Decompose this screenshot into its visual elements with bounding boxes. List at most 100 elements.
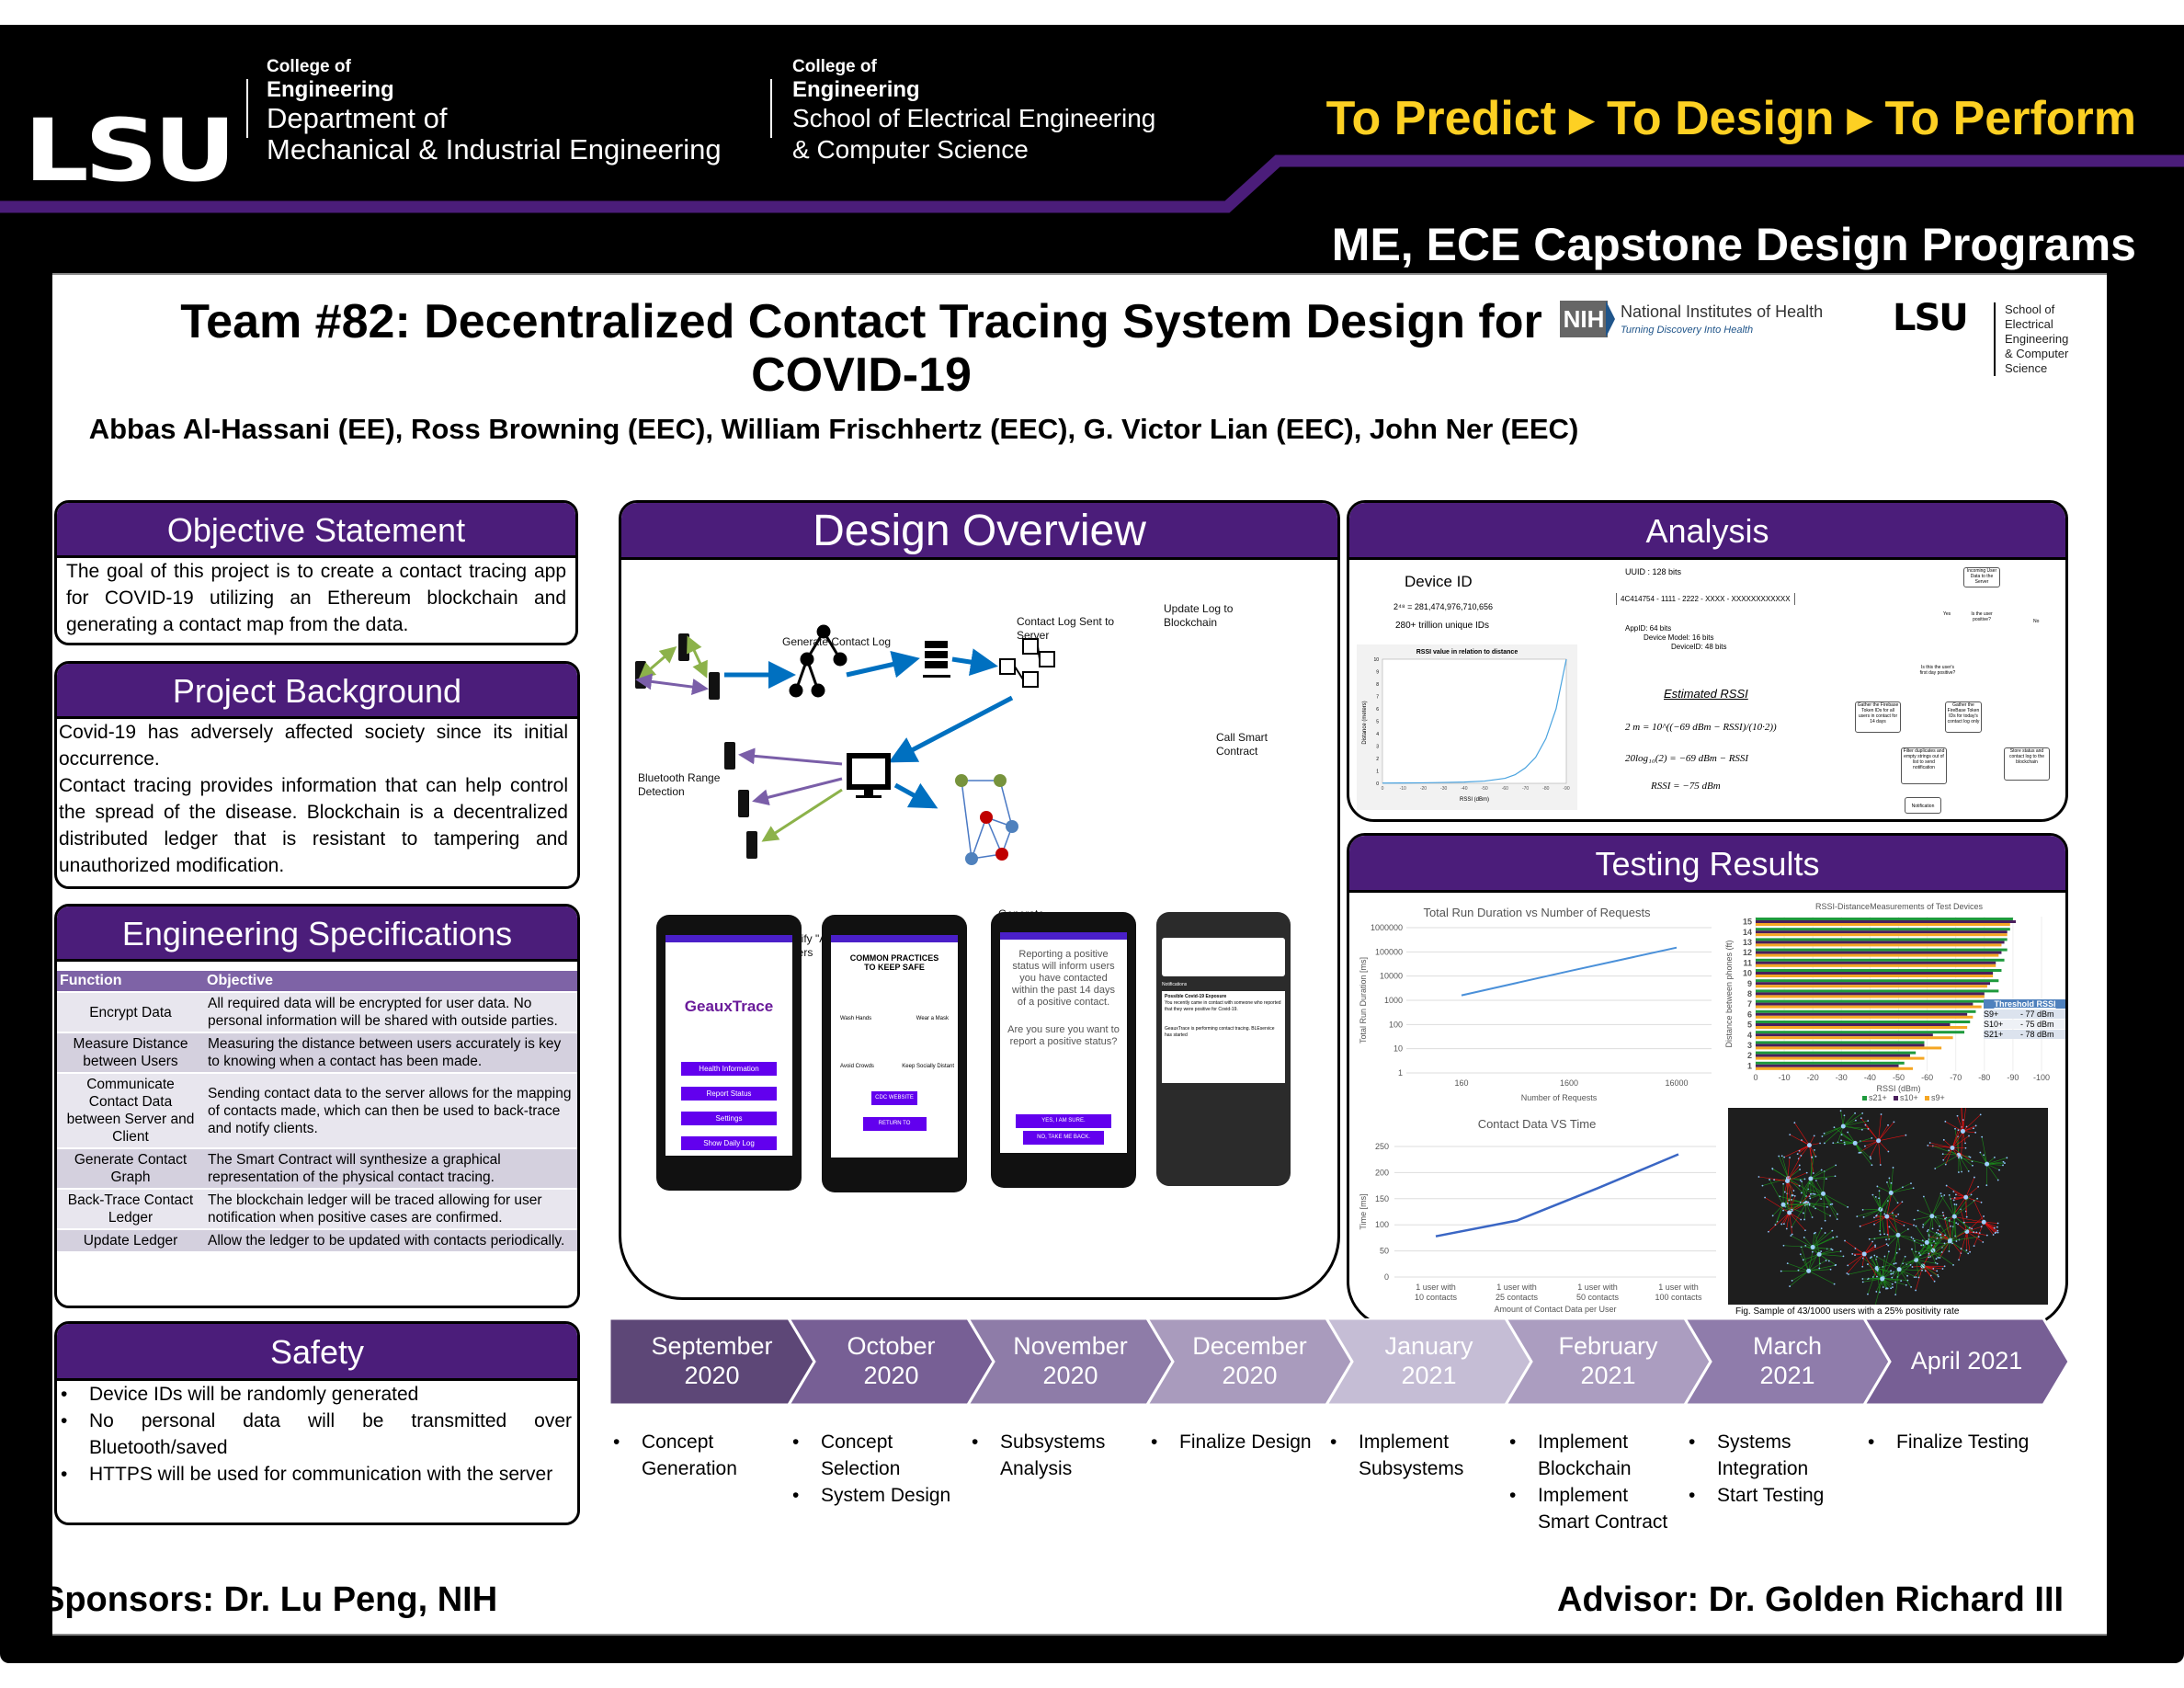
bar-s21+ <box>1756 1021 1971 1023</box>
dept-me-line3: Department of <box>267 102 448 134</box>
graph-node <box>1953 1203 1956 1205</box>
graph-node <box>1979 1151 1982 1154</box>
y-tick: 200 <box>1375 1168 1389 1177</box>
bar-s9+ <box>1756 1066 1914 1070</box>
graph-node <box>1947 1241 1950 1244</box>
graph-node <box>1834 1175 1837 1178</box>
spec-row: Update Ledger Allow the ledger to be upda… <box>57 1228 577 1251</box>
confirm-yes-button[interactable]: YES, I AM SURE. <box>1015 1114 1112 1128</box>
bar-s21+ <box>1756 938 2008 941</box>
graph-node <box>1879 1230 1881 1232</box>
y-tick: 4 <box>1747 1031 1752 1040</box>
objective-heading: Objective Statement <box>57 503 575 558</box>
graph-node <box>1820 1198 1823 1200</box>
graph-node <box>1939 1225 1940 1227</box>
dept-me-line4: Mechanical & Industrial Engineering <box>267 133 722 165</box>
flow-store: Store status and contact log to the bloc… <box>2004 747 2050 781</box>
spec-function: Update Ledger <box>57 1228 204 1251</box>
graph-node <box>1951 1242 1953 1245</box>
bar-s21+ <box>1756 1009 1976 1013</box>
graph-node <box>1955 1222 1958 1225</box>
legend-label: s10+ <box>1900 1093 1918 1102</box>
graph-node <box>1820 1250 1823 1253</box>
graph-node <box>1790 1235 1792 1237</box>
confirm-no-button[interactable]: NO, TAKE ME BACK. <box>1022 1131 1105 1145</box>
graph-node <box>1955 1203 1958 1206</box>
graph-node <box>1783 1156 1786 1158</box>
safety-item: Device IDs will be randomly generated <box>57 1381 572 1408</box>
safety-card: Safety Device IDs will be randomly gener… <box>54 1321 580 1525</box>
graph-node <box>1953 1196 1956 1199</box>
graph-node <box>1973 1245 1975 1247</box>
graph-edge <box>1834 1126 1856 1144</box>
graph-node <box>1811 1216 1814 1218</box>
graph-edge <box>1876 1192 1892 1216</box>
graph-node <box>1934 1168 1937 1169</box>
graph-node <box>1814 1193 1816 1195</box>
graph-node <box>1854 1254 1856 1257</box>
bar-s9+ <box>1756 923 2010 926</box>
graph-edge <box>1931 1193 1941 1216</box>
graph-hub <box>1880 1276 1885 1282</box>
graph-hub <box>1808 1176 1814 1181</box>
settings-button[interactable]: Settings <box>680 1112 778 1125</box>
design-overview-card: Design Overview Bluetooth Range Detectio… <box>619 500 1340 1300</box>
graph-node <box>1918 1252 1920 1254</box>
graph-edge <box>1891 1187 1914 1193</box>
spec-function: Generate Contact Graph <box>57 1147 204 1189</box>
graph-node <box>1789 1157 1791 1159</box>
app-screen-notification: Notifications Possible Covid-19 Exposure… <box>1156 912 1291 1186</box>
graph-node <box>1971 1227 1974 1230</box>
rssi-xtick: -10 <box>1400 786 1406 792</box>
graph-node <box>1957 1129 1960 1132</box>
graph-node <box>1906 1228 1909 1230</box>
graph-hub <box>1840 1123 1846 1129</box>
graph-node <box>1940 1195 1943 1197</box>
graph-node <box>1796 1153 1799 1156</box>
graph-node <box>1917 1209 1919 1212</box>
graph-node <box>1799 1169 1801 1170</box>
graph-node <box>1900 1280 1903 1283</box>
report-status-button[interactable]: Report Status <box>680 1087 778 1101</box>
graph-node <box>1887 1150 1890 1153</box>
graph-hub <box>1981 1219 1986 1225</box>
timeline-task: Implement Smart Contract <box>1506 1482 1680 1535</box>
graph-edge <box>1958 1231 1968 1260</box>
cdc-website-button[interactable]: CDC WEBSITE <box>871 1091 917 1105</box>
spec-objective: The Smart Contract will synthesize a gra… <box>204 1147 577 1189</box>
uuid-value: 4C414754 - 1111 - 2222 - XXXX - XXXXXXXX… <box>1616 593 1795 605</box>
graph-node <box>1935 1258 1938 1260</box>
graph-node <box>1901 1201 1904 1203</box>
notif-body: You recently came in contact with someon… <box>1165 1000 1281 1012</box>
quick-settings <box>1162 938 1285 976</box>
graph-hub <box>1924 1239 1929 1245</box>
graph-node <box>1826 1206 1828 1208</box>
timeline-task-list: Finalize Design <box>1147 1429 1322 1455</box>
y-tick: 7 <box>1747 999 1752 1009</box>
graph-node <box>1811 1156 1814 1158</box>
flow-decision-positive: Is the user positive? <box>1971 611 1993 622</box>
graph-hub <box>1780 1202 1786 1207</box>
graph-node <box>1893 1262 1895 1265</box>
graph-node <box>1814 1180 1817 1182</box>
background-para2: Contact tracing provides information tha… <box>59 775 568 876</box>
server-icon <box>923 641 950 678</box>
return-homepage-button[interactable]: RETURN TO HOMEPAGE <box>862 1117 927 1140</box>
nih-name: National Institutes of Health <box>1621 302 1824 321</box>
graph-node <box>1897 1213 1900 1215</box>
bar-s21+ <box>1756 969 2002 972</box>
graph-node <box>1969 1250 1972 1253</box>
graph-node <box>1941 1211 1944 1214</box>
show-daily-log-button[interactable]: Show Daily Log <box>680 1136 778 1150</box>
bar-s9+ <box>1756 1015 1974 1019</box>
timeline-task-list: Concept Generation <box>609 1429 784 1482</box>
graph-node <box>1979 1113 1982 1116</box>
x-tick: -70 <box>1950 1073 1962 1082</box>
graph-node <box>1860 1117 1862 1119</box>
y-tick: 150 <box>1375 1194 1389 1203</box>
graph-node <box>1831 1229 1834 1232</box>
graph-node <box>1860 1128 1863 1131</box>
x-tick: -100 <box>2033 1073 2050 1082</box>
health-info-button[interactable]: Health Information <box>680 1062 778 1076</box>
graph-node <box>1962 1221 1965 1224</box>
